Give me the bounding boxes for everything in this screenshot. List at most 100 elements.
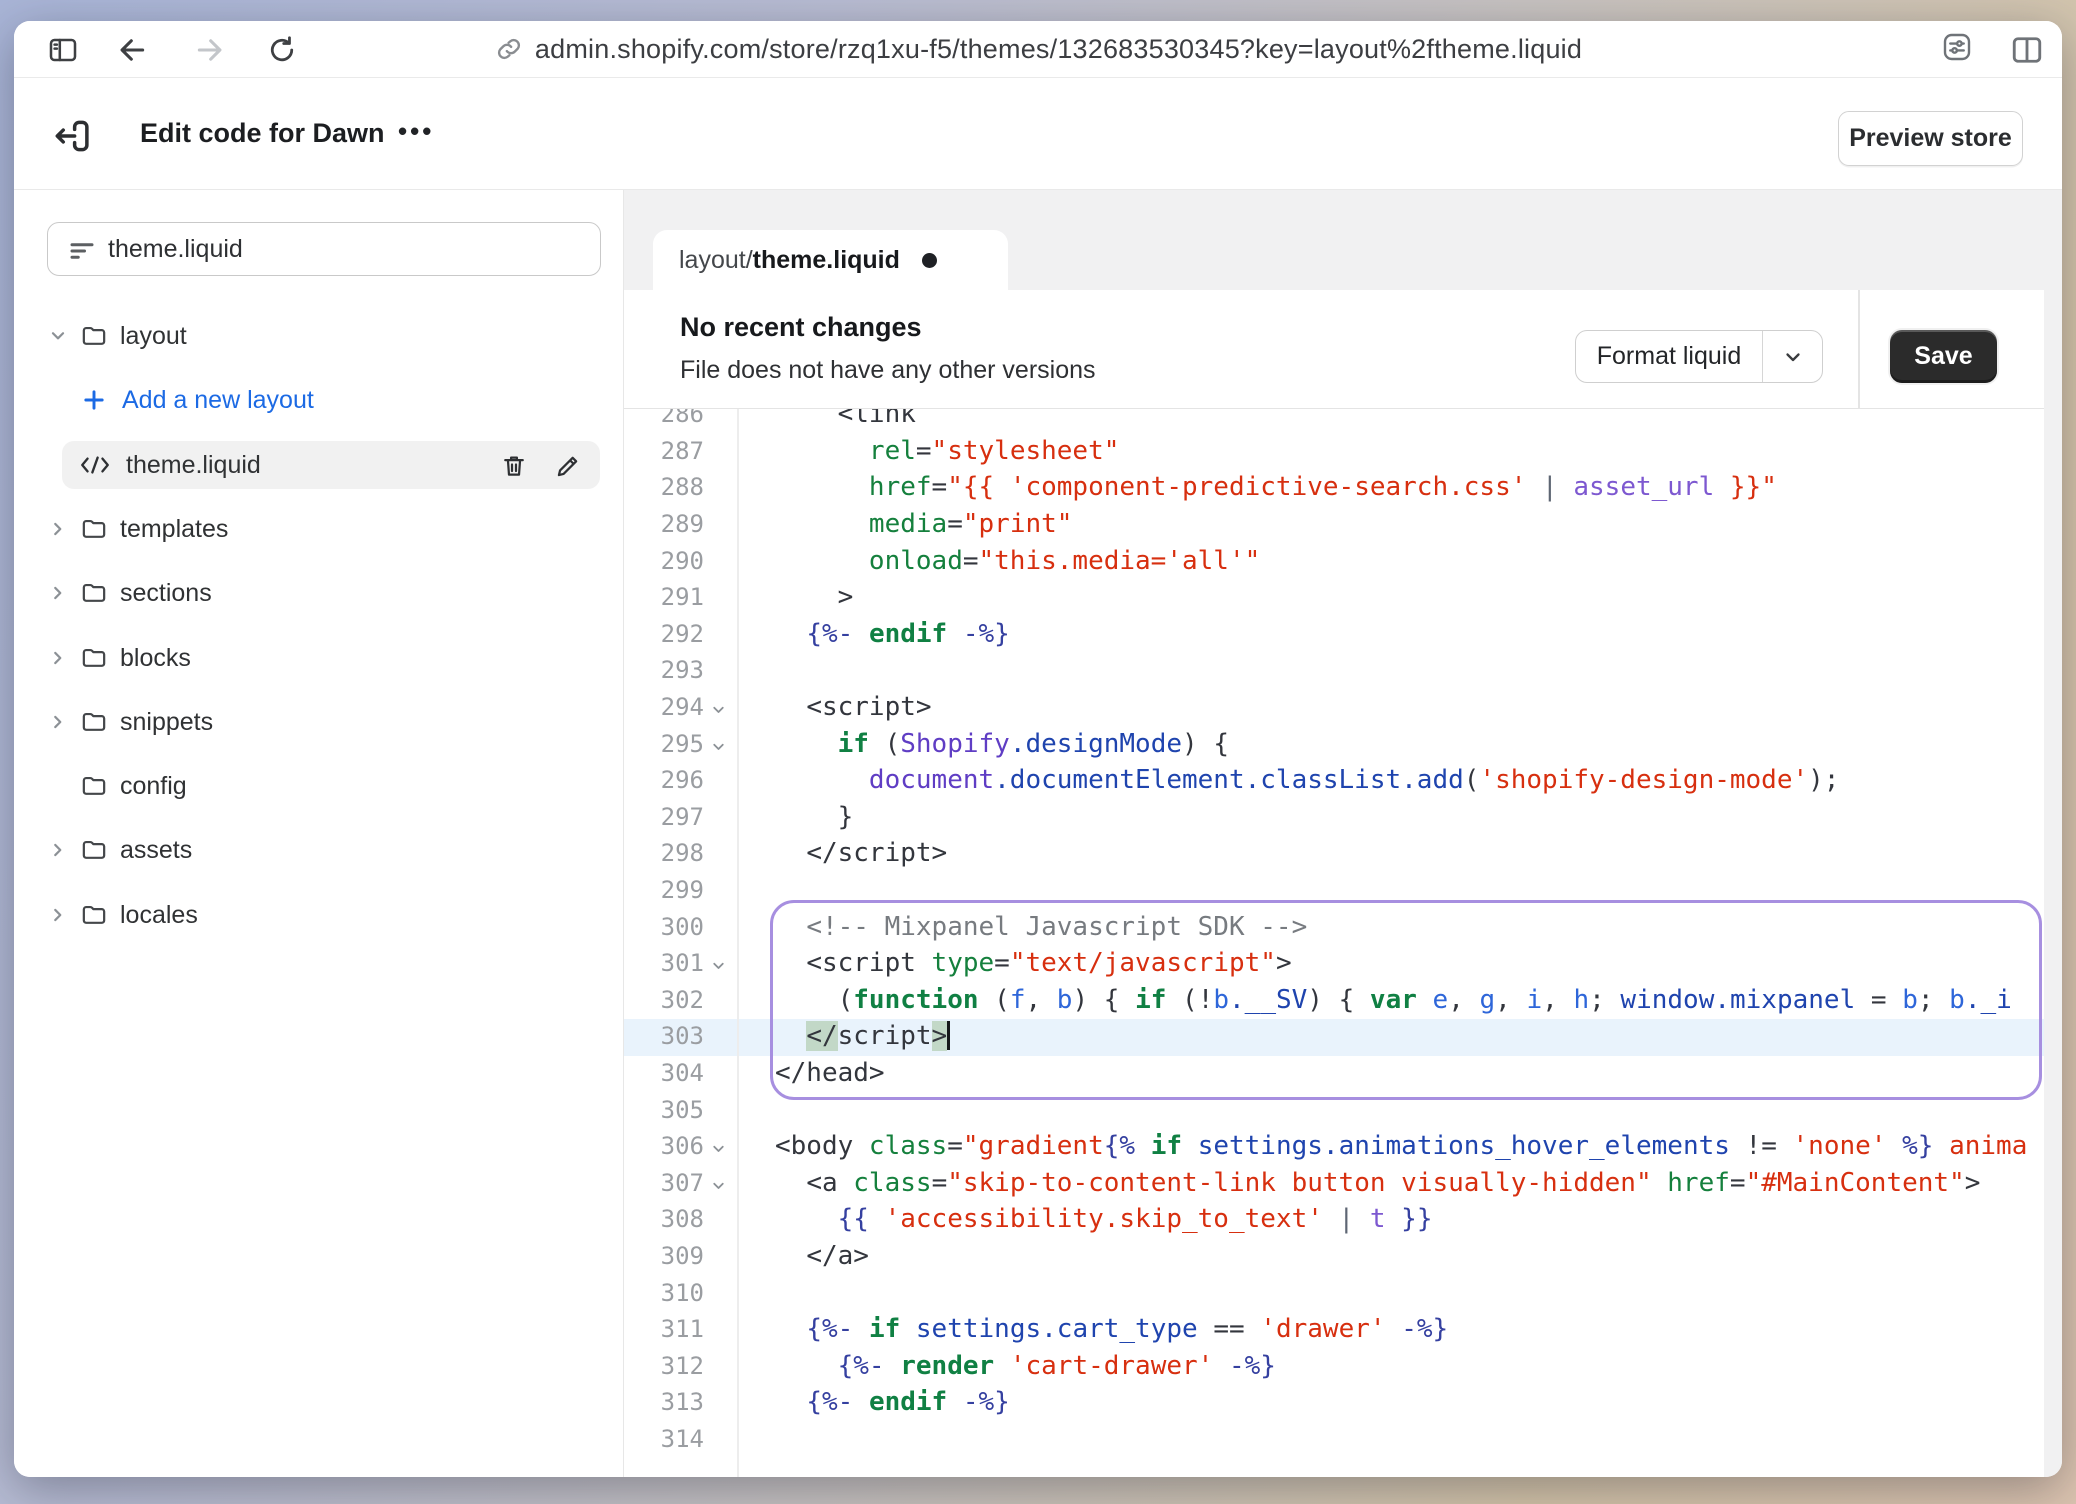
file-search-box[interactable] — [47, 222, 601, 276]
header-divider — [1858, 290, 1860, 409]
sidebar-item-blocks[interactable]: blocks — [14, 634, 624, 682]
fold-chevron-icon[interactable] — [710, 1177, 727, 1194]
line-number: 298 — [624, 839, 704, 867]
line-number: 287 — [624, 437, 704, 465]
code-line-301[interactable]: 301 <script type="text/javascript"> — [624, 946, 2044, 983]
page-title: Edit code for Dawn — [140, 118, 385, 149]
code-line-306[interactable]: 306<body class="gradient{% if settings.a… — [624, 1129, 2044, 1166]
code-line-293[interactable]: 293 — [624, 653, 2044, 690]
sidebar-item-label: sections — [120, 579, 212, 608]
code-line-288[interactable]: 288 href="{{ 'component-predictive-searc… — [624, 470, 2044, 507]
code-line-307[interactable]: 307 <a class="skip-to-content-link butto… — [624, 1166, 2044, 1203]
browser-toolbar: admin.shopify.com/store/rzq1xu-f5/themes… — [14, 21, 2062, 78]
rename-file-icon[interactable] — [554, 452, 582, 480]
status-subtitle: File does not have any other versions — [680, 356, 1096, 385]
chevron-right-icon[interactable] — [47, 839, 69, 861]
code-text: rel="stylesheet" — [775, 436, 1119, 466]
code-line-313[interactable]: 313 {%- endif -%} — [624, 1385, 2044, 1422]
chevron-right-icon[interactable] — [47, 647, 69, 669]
sidebar-item-snippets[interactable]: snippets — [14, 698, 624, 746]
line-number: 296 — [624, 766, 704, 794]
tab-path-prefix: layout/ — [679, 246, 753, 275]
desktop-wallpaper: { "theme": { "blue": "#1c6ae4", "purple"… — [0, 0, 2076, 1504]
exit-code-editor-button[interactable] — [50, 114, 94, 158]
fold-chevron-icon[interactable] — [710, 1140, 727, 1157]
code-text: {%- endif -%} — [775, 619, 1010, 649]
sidebar-item-label: layout — [120, 322, 187, 351]
code-editor[interactable]: 286 <link287 rel="stylesheet"288 href="{… — [624, 409, 2044, 1477]
code-line-311[interactable]: 311 {%- if settings.cart_type == 'drawer… — [624, 1312, 2044, 1349]
editor-panel-header: No recent changes File does not have any… — [624, 290, 2044, 409]
format-options-caret[interactable] — [1762, 331, 1822, 382]
format-liquid-button[interactable]: Format liquid — [1575, 330, 1823, 383]
code-line-304[interactable]: 304</head> — [624, 1056, 2044, 1093]
code-line-314[interactable]: 314 — [624, 1422, 2044, 1459]
line-number: 309 — [624, 1242, 704, 1270]
sidebar-item-templates[interactable]: templates — [14, 505, 624, 553]
code-line-302[interactable]: 302 (function (f, b) { if (!b.__SV) { va… — [624, 983, 2044, 1020]
code-line-308[interactable]: 308 {{ 'accessibility.skip_to_text' | t … — [624, 1202, 2044, 1239]
code-line-290[interactable]: 290 onload="this.media='all'" — [624, 544, 2044, 581]
sidebar-item-theme-liquid[interactable]: theme.liquid — [14, 441, 624, 489]
code-line-305[interactable]: 305 — [624, 1093, 2044, 1130]
code-line-294[interactable]: 294 <script> — [624, 690, 2044, 727]
tab-theme-liquid[interactable]: layout/theme.liquid — [653, 230, 1008, 290]
line-number: 305 — [624, 1096, 704, 1124]
chevron-right-icon[interactable] — [47, 518, 69, 540]
format-liquid-label[interactable]: Format liquid — [1576, 331, 1762, 382]
code-line-298[interactable]: 298 </script> — [624, 836, 2044, 873]
line-number: 306 — [624, 1132, 704, 1160]
preview-store-button[interactable]: Preview store — [1838, 111, 2023, 166]
code-line-289[interactable]: 289 media="print" — [624, 507, 2044, 544]
line-number: 289 — [624, 510, 704, 538]
sidebar-item-config[interactable]: config — [14, 762, 624, 810]
line-number: 295 — [624, 730, 704, 758]
sidebar-item-locales[interactable]: locales — [14, 891, 624, 939]
split-view-icon[interactable] — [2009, 32, 2045, 68]
sidebar-item-label: locales — [120, 901, 198, 930]
code-line-286[interactable]: 286 <link — [624, 409, 2044, 434]
line-number: 304 — [624, 1059, 704, 1087]
code-line-299[interactable]: 299 — [624, 873, 2044, 910]
code-line-292[interactable]: 292 {%- endif -%} — [624, 617, 2044, 654]
sidebar-item-layout[interactable]: layout — [14, 312, 624, 360]
code-line-295[interactable]: 295 if (Shopify.designMode) { — [624, 727, 2044, 764]
save-button[interactable]: Save — [1890, 330, 1997, 383]
page-settings-icon[interactable] — [1939, 29, 1975, 65]
line-number: 300 — [624, 913, 704, 941]
chevron-right-icon[interactable] — [47, 904, 69, 926]
folder-icon — [80, 708, 108, 736]
line-number: 288 — [624, 473, 704, 501]
code-line-303[interactable]: 303 </script> — [624, 1019, 2044, 1056]
search-input[interactable] — [108, 223, 588, 275]
address-bar[interactable]: admin.shopify.com/store/rzq1xu-f5/themes… — [14, 21, 2062, 77]
code-line-297[interactable]: 297 } — [624, 800, 2044, 837]
delete-file-icon[interactable] — [500, 452, 528, 480]
more-actions-button[interactable]: ••• — [390, 108, 442, 155]
code-text: } — [775, 802, 853, 832]
fold-chevron-icon[interactable] — [710, 701, 727, 718]
code-line-312[interactable]: 312 {%- render 'cart-drawer' -%} — [624, 1349, 2044, 1386]
code-line-310[interactable]: 310 — [624, 1276, 2044, 1313]
sidebar-item-add-new-layout[interactable]: Add a new layout — [14, 376, 624, 424]
fold-chevron-icon[interactable] — [710, 738, 727, 755]
tab-file-name: theme.liquid — [753, 246, 900, 275]
chevron-down-icon[interactable] — [47, 325, 69, 347]
line-number: 308 — [624, 1205, 704, 1233]
chevron-right-icon[interactable] — [47, 582, 69, 604]
sidebar-item-assets[interactable]: assets — [14, 826, 624, 874]
line-number: 299 — [624, 876, 704, 904]
status-title: No recent changes — [680, 312, 922, 343]
code-text: {{ 'accessibility.skip_to_text' | t }} — [775, 1204, 1432, 1234]
code-line-291[interactable]: 291 > — [624, 580, 2044, 617]
scrollbar-track[interactable] — [2044, 190, 2062, 1477]
code-text: </script> — [775, 1021, 950, 1051]
sidebar-item-sections[interactable]: sections — [14, 569, 624, 617]
chevron-right-icon[interactable] — [47, 711, 69, 733]
code-line-296[interactable]: 296 document.documentElement.classList.a… — [624, 763, 2044, 800]
code-line-300[interactable]: 300 <!-- Mixpanel Javascript SDK --> — [624, 910, 2044, 947]
code-text: <!-- Mixpanel Javascript SDK --> — [775, 912, 1307, 942]
code-line-287[interactable]: 287 rel="stylesheet" — [624, 434, 2044, 471]
code-line-309[interactable]: 309 </a> — [624, 1239, 2044, 1276]
fold-chevron-icon[interactable] — [710, 957, 727, 974]
